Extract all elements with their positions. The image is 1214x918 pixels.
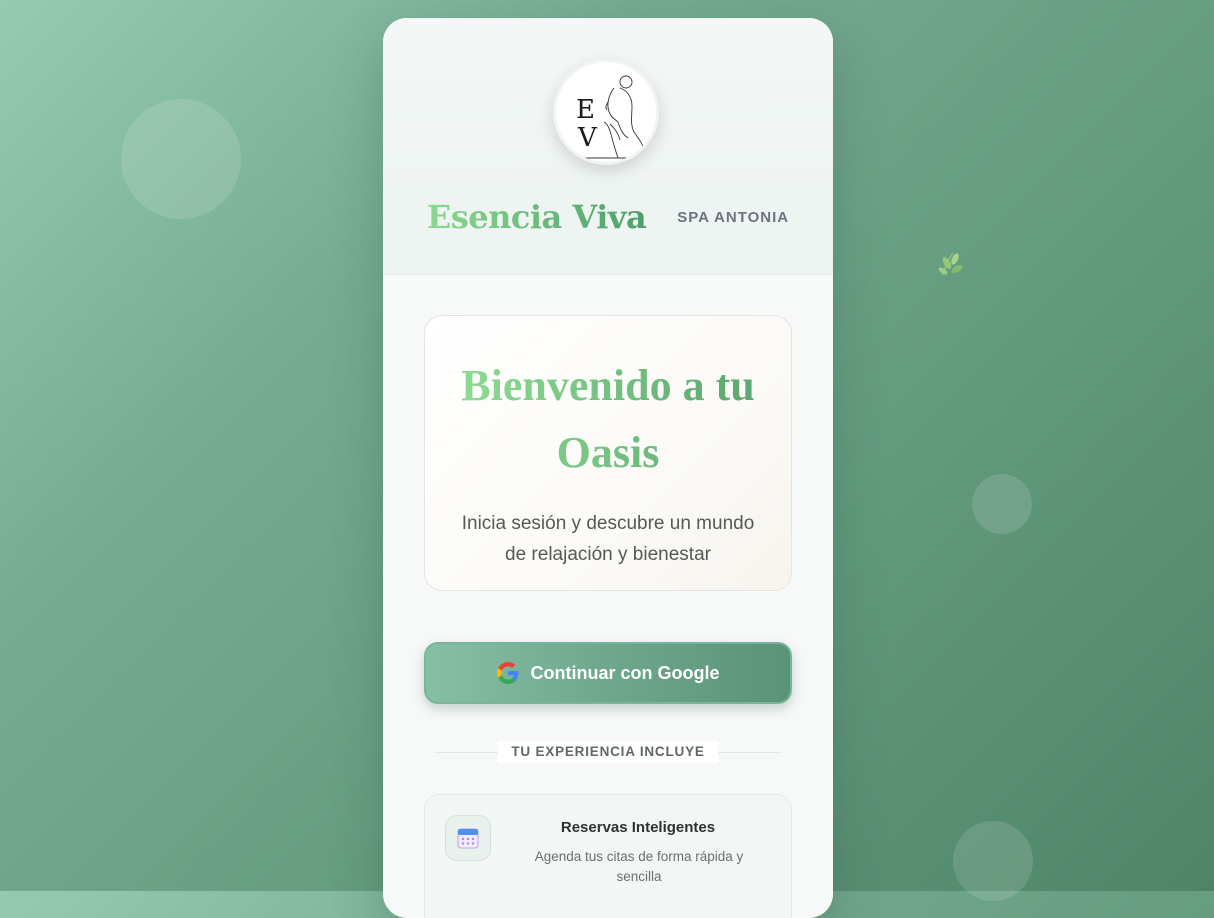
svg-text:V: V [577,123,598,153]
brand-name: Esencia Viva [426,198,647,236]
welcome-title: Bienvenido a tu Oasis [445,352,771,486]
woman-face-illustration-icon: E V [576,75,645,159]
google-login-button[interactable]: Continuar con Google [424,642,792,704]
login-card: E V Esencia Viva SPA ANTONIA Bienvenido … [383,18,833,918]
feature-card: Reservas Inteligentes Agenda tus citas d… [424,794,792,918]
welcome-text: Inicia sesión y descubre un mundo de rel… [461,513,755,565]
brand-row: Esencia Viva SPA ANTONIA [383,198,833,236]
welcome-panel: Bienvenido a tu Oasis Inicia sesión y de… [424,315,792,591]
google-button-label: Continuar con Google [530,662,720,683]
google-icon [496,662,518,684]
brand-subtitle: SPA ANTONIA [677,208,790,226]
decorative-bubble [972,474,1032,534]
svg-text:E: E [576,95,595,125]
decorative-bubble [121,99,241,219]
card-header: E V Esencia Viva SPA ANTONIA [383,18,833,275]
feature-title: Reservas Inteligentes [560,819,716,836]
feature-description: Agenda tus citas de forma rápida y senci… [534,849,744,884]
brand-logo: E V [553,59,659,165]
decorative-bubble [953,821,1033,901]
leaf-icon [938,252,963,276]
divider-label: TU EXPERIENCIA INCLUYE [498,741,718,763]
calendar-icon [445,815,491,861]
